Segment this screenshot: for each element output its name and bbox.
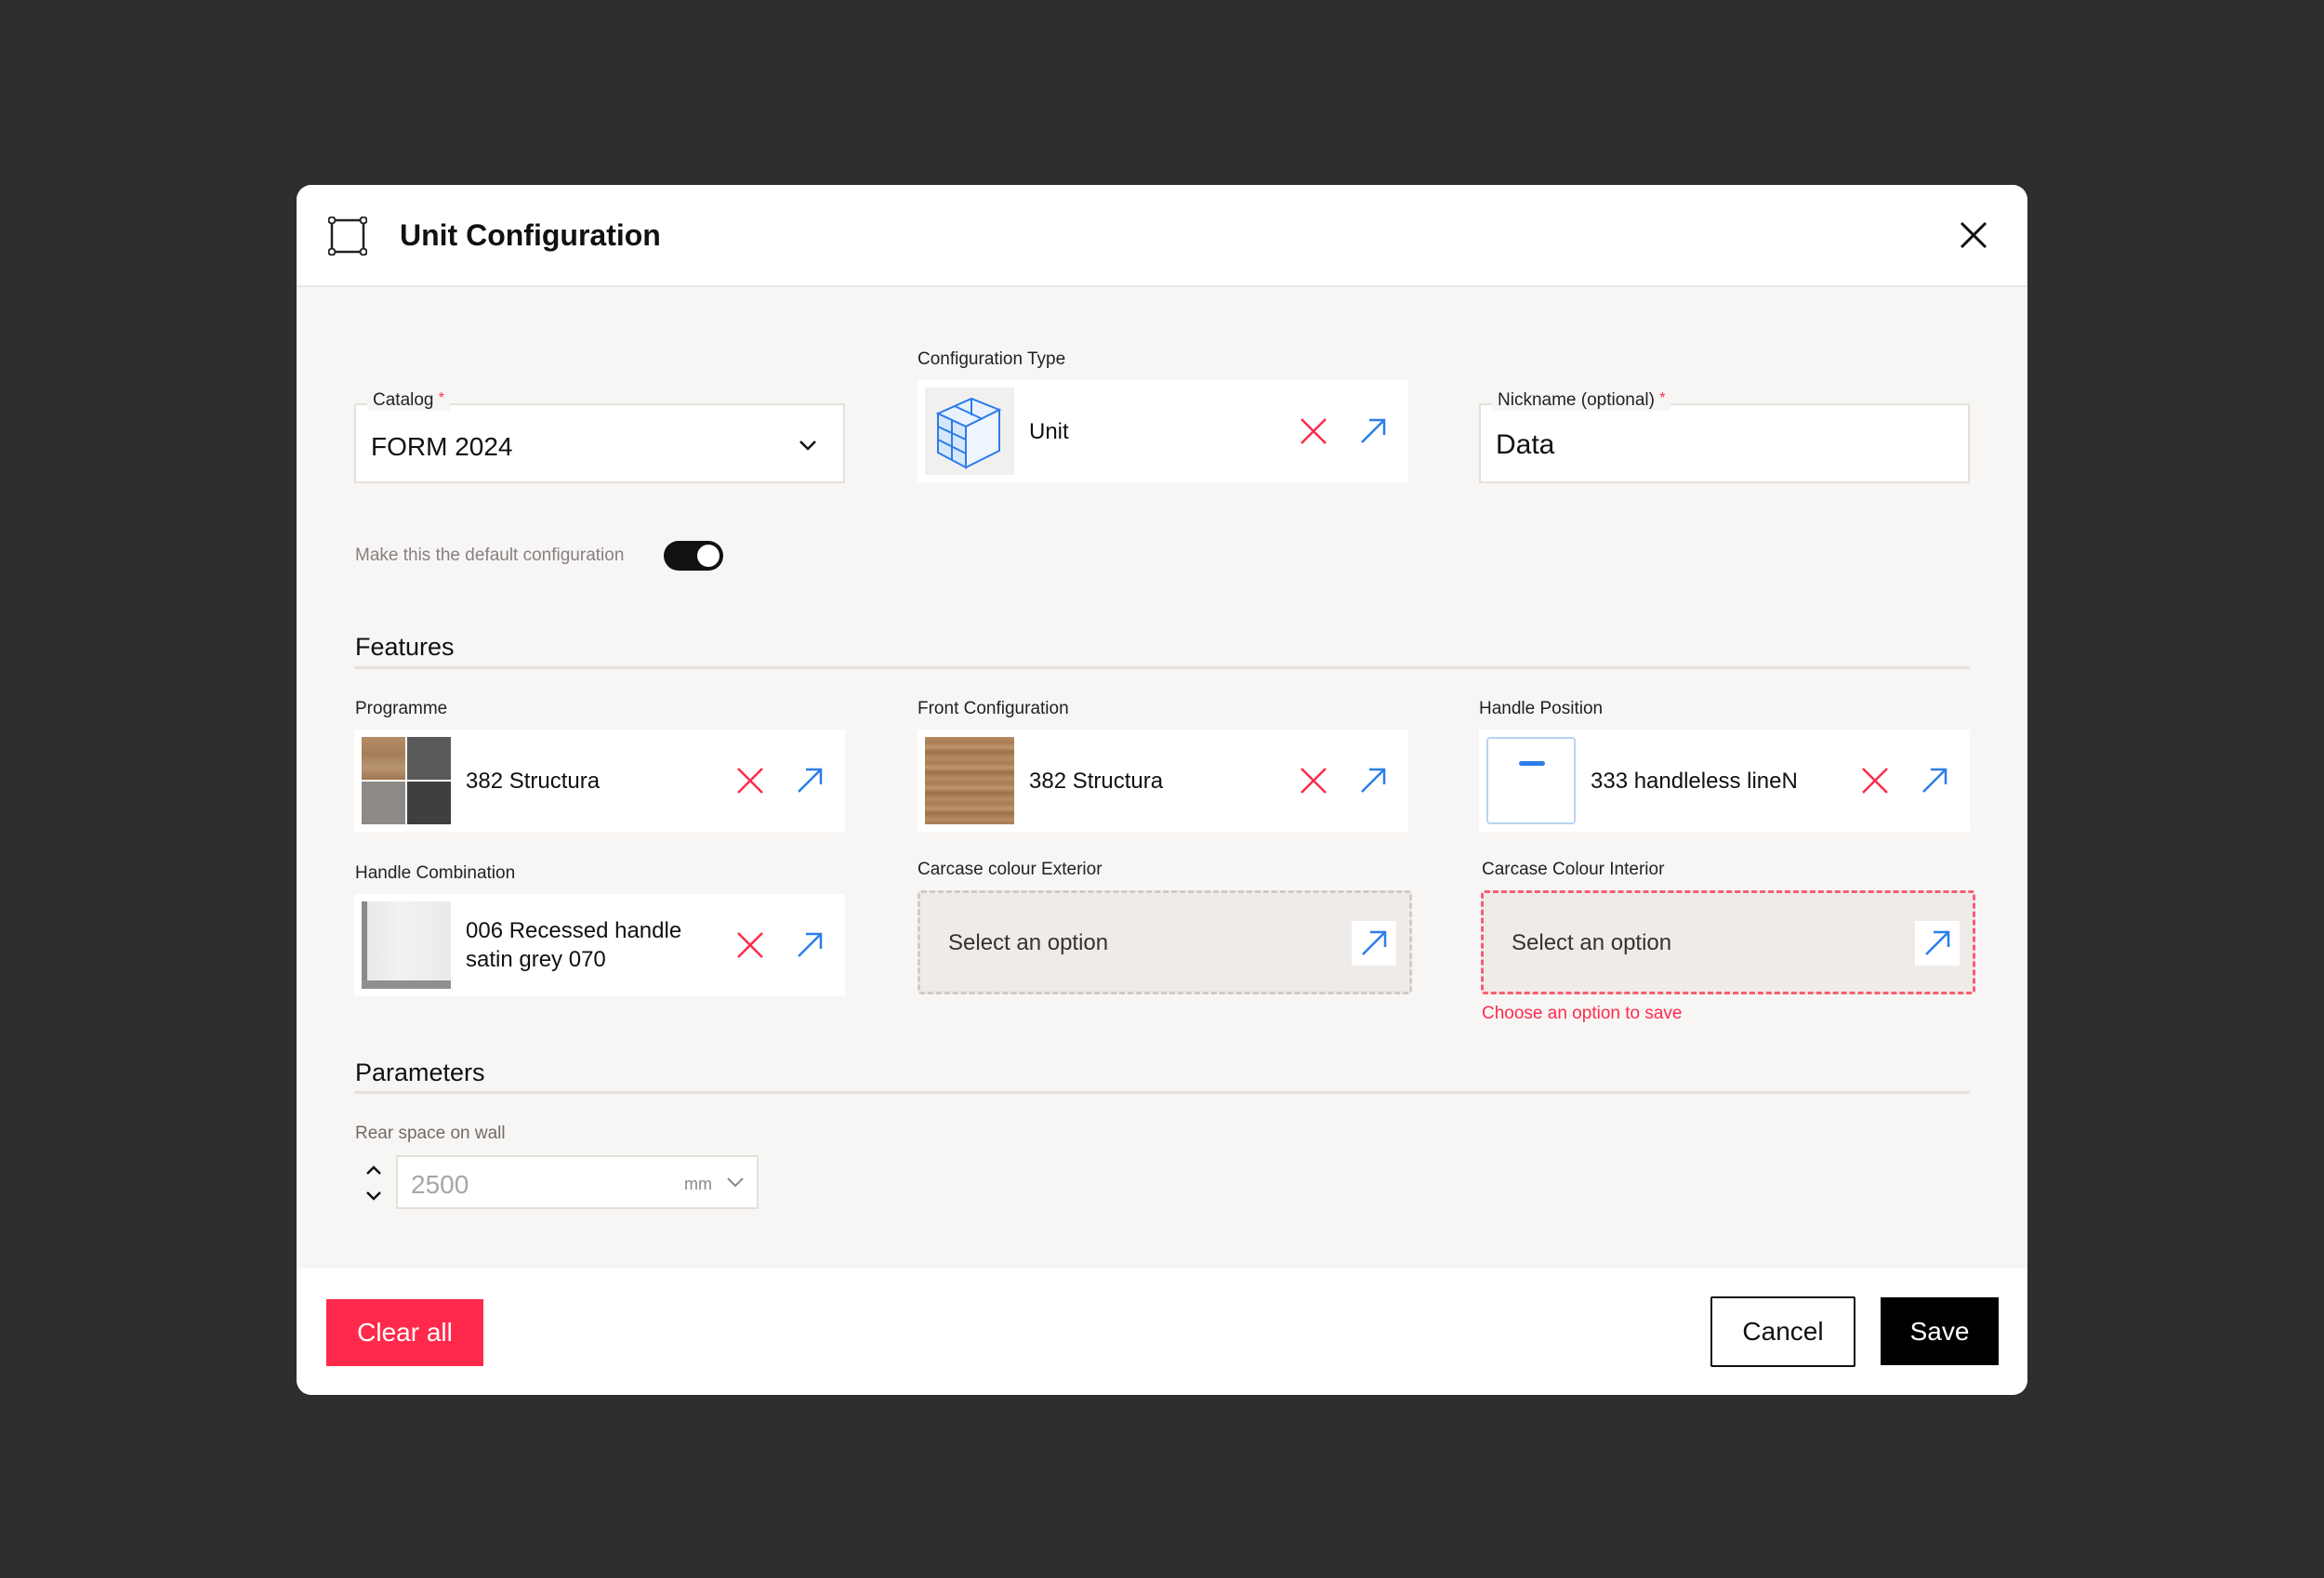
carcase-exterior-placeholder: Select an option — [948, 930, 1109, 955]
remove-icon[interactable] — [1860, 766, 1890, 796]
handle-position-card[interactable]: 333 handleless lineN — [1479, 730, 1970, 832]
handle-combination-card[interactable]: 006 Recessed handle satin grey 070 — [354, 894, 845, 996]
wood-swatch-image — [925, 737, 1014, 824]
dialog-header: Unit Configuration — [297, 185, 2027, 287]
handle-combination-value: 006 Recessed handle satin grey 070 — [466, 918, 682, 972]
carcase-interior-select[interactable]: Select an option — [1481, 890, 1975, 994]
number-stepper — [360, 1160, 388, 1208]
open-arrow-icon[interactable] — [1920, 766, 1949, 796]
front-configuration-value: 382 Structura — [1029, 768, 1164, 794]
cancel-button[interactable]: Cancel — [1710, 1296, 1855, 1367]
configuration-type-card[interactable]: Unit — [918, 380, 1408, 482]
carcase-interior-label: Carcase Colour Interior — [1482, 860, 1665, 879]
catalog-label: Catalog * — [367, 390, 451, 411]
carcase-interior-placeholder: Select an option — [1512, 930, 1672, 955]
features-divider — [354, 666, 1970, 669]
catalog-value: FORM 2024 — [371, 432, 513, 461]
programme-value: 382 Structura — [466, 768, 601, 794]
carcase-interior-error: Choose an option to save — [1482, 1004, 1683, 1023]
open-arrow-icon[interactable] — [1358, 416, 1388, 446]
save-button[interactable]: Save — [1881, 1297, 1999, 1365]
unit-select[interactable]: mm — [684, 1175, 712, 1194]
open-arrow-icon[interactable] — [1358, 766, 1388, 796]
catalog-select[interactable]: Catalog * FORM 2024 — [354, 390, 845, 483]
configuration-type-label: Configuration Type — [918, 349, 1066, 369]
programme-card[interactable]: 382 Structura — [354, 730, 845, 832]
handle-position-label: Handle Position — [1479, 699, 1604, 718]
front-configuration-card[interactable]: 382 Structura — [918, 730, 1408, 832]
rear-space-input[interactable]: 2500 mm — [396, 1155, 759, 1209]
chevron-down-icon[interactable] — [360, 1186, 388, 1206]
recessed-handle-image — [362, 901, 451, 989]
open-arrow-icon[interactable] — [1915, 921, 1960, 966]
remove-icon[interactable] — [1299, 416, 1328, 446]
remove-icon[interactable] — [735, 766, 765, 796]
rear-space-label: Rear space on wall — [355, 1124, 506, 1143]
parameters-divider — [354, 1091, 1970, 1094]
nickname-input[interactable] — [1496, 429, 1951, 461]
chevron-down-icon[interactable] — [725, 1172, 746, 1192]
nickname-field[interactable]: Nickname (optional) * — [1479, 390, 1970, 483]
parameters-heading: Parameters — [355, 1059, 485, 1086]
programme-label: Programme — [355, 699, 448, 718]
remove-icon[interactable] — [1299, 766, 1328, 796]
dialog-footer: Clear all Cancel Save — [297, 1269, 2027, 1395]
chevron-up-icon[interactable] — [360, 1160, 388, 1180]
carcase-exterior-select[interactable]: Select an option — [918, 890, 1412, 994]
clear-all-button[interactable]: Clear all — [326, 1299, 483, 1366]
dialog-title: Unit Configuration — [400, 218, 661, 252]
nickname-label: Nickname (optional) * — [1492, 390, 1671, 411]
rear-space-value: 2500 — [411, 1170, 469, 1199]
close-icon[interactable] — [1957, 218, 1990, 252]
toggle-knob — [697, 545, 720, 567]
handle-position-value: 333 handleless lineN — [1591, 768, 1798, 794]
open-arrow-icon[interactable] — [795, 766, 825, 796]
remove-icon[interactable] — [735, 930, 765, 960]
open-arrow-icon[interactable] — [1352, 921, 1396, 966]
chevron-down-icon — [799, 441, 816, 451]
front-configuration-label: Front Configuration — [918, 699, 1069, 718]
handle-line-icon — [1486, 737, 1576, 824]
features-heading: Features — [355, 633, 455, 661]
default-toggle-label: Make this the default configuration — [355, 546, 625, 565]
carcase-exterior-label: Carcase colour Exterior — [918, 860, 1103, 879]
default-config-toggle[interactable] — [664, 541, 723, 571]
unit-configuration-dialog: Unit Configuration Catalog * FORM 2024 C… — [297, 185, 2027, 1395]
open-arrow-icon[interactable] — [795, 930, 825, 960]
programme-swatch-image — [362, 737, 451, 824]
frame-select-icon — [328, 217, 367, 256]
configuration-type-value: Unit — [1029, 418, 1069, 444]
cabinet-unit-icon — [925, 388, 1014, 475]
handle-combination-label: Handle Combination — [355, 863, 516, 883]
